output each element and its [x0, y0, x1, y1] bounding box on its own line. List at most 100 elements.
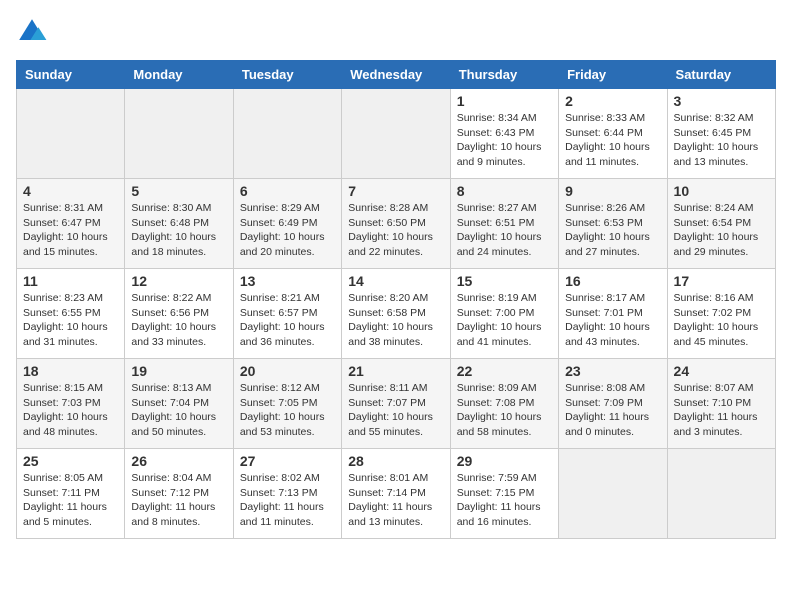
day-info: Sunrise: 8:30 AM Sunset: 6:48 PM Dayligh… [131, 201, 226, 260]
week-row-5: 25 Sunrise: 8:05 AM Sunset: 7:11 PM Dayli… [17, 449, 776, 539]
header-cell-tuesday: Tuesday [233, 61, 341, 89]
day-info: Sunrise: 8:19 AM Sunset: 7:00 PM Dayligh… [457, 291, 552, 350]
day-cell: 13 Sunrise: 8:21 AM Sunset: 6:57 PM Dayli… [233, 269, 341, 359]
day-cell: 18 Sunrise: 8:15 AM Sunset: 7:03 PM Dayli… [17, 359, 125, 449]
day-cell: 8 Sunrise: 8:27 AM Sunset: 6:51 PM Daylig… [450, 179, 558, 269]
day-info: Sunrise: 8:20 AM Sunset: 6:58 PM Dayligh… [348, 291, 443, 350]
day-number: 4 [23, 183, 118, 199]
day-info: Sunrise: 8:17 AM Sunset: 7:01 PM Dayligh… [565, 291, 660, 350]
logo [16, 16, 52, 48]
day-number: 16 [565, 273, 660, 289]
day-cell [559, 449, 667, 539]
day-number: 15 [457, 273, 552, 289]
day-cell: 28Sunrise: 8:01 AM Sunset: 7:14 PM Dayli… [342, 449, 450, 539]
day-info: Sunrise: 7:59 AM Sunset: 7:15 PM Dayligh… [457, 471, 552, 530]
day-number: 27 [240, 453, 335, 469]
day-info: Sunrise: 8:31 AM Sunset: 6:47 PM Dayligh… [23, 201, 118, 260]
day-number: 8 [457, 183, 552, 199]
day-cell: 2 Sunrise: 8:33 AM Sunset: 6:44 PM Daylig… [559, 89, 667, 179]
day-cell: 16 Sunrise: 8:17 AM Sunset: 7:01 PM Dayli… [559, 269, 667, 359]
day-cell [667, 449, 775, 539]
day-number: 23 [565, 363, 660, 379]
day-cell: 6Sunrise: 8:29 AM Sunset: 6:49 PM Daylig… [233, 179, 341, 269]
day-info: Sunrise: 8:21 AM Sunset: 6:57 PM Dayligh… [240, 291, 335, 350]
day-number: 9 [565, 183, 660, 199]
day-info: Sunrise: 8:15 AM Sunset: 7:03 PM Dayligh… [23, 381, 118, 440]
day-number: 5 [131, 183, 226, 199]
day-number: 13 [240, 273, 335, 289]
day-cell: 15 Sunrise: 8:19 AM Sunset: 7:00 PM Dayli… [450, 269, 558, 359]
day-number: 3 [674, 93, 769, 109]
header-cell-wednesday: Wednesday [342, 61, 450, 89]
header-cell-saturday: Saturday [667, 61, 775, 89]
week-row-4: 18 Sunrise: 8:15 AM Sunset: 7:03 PM Dayli… [17, 359, 776, 449]
day-cell: 14 Sunrise: 8:20 AM Sunset: 6:58 PM Dayli… [342, 269, 450, 359]
week-row-3: 11 Sunrise: 8:23 AM Sunset: 6:55 PM Dayli… [17, 269, 776, 359]
day-cell: 25 Sunrise: 8:05 AM Sunset: 7:11 PM Dayli… [17, 449, 125, 539]
header [16, 16, 776, 48]
day-number: 19 [131, 363, 226, 379]
day-cell: 5 Sunrise: 8:30 AM Sunset: 6:48 PM Daylig… [125, 179, 233, 269]
day-number: 1 [457, 93, 552, 109]
day-cell: 20 Sunrise: 8:12 AM Sunset: 7:05 PM Dayli… [233, 359, 341, 449]
day-cell: 23Sunrise: 8:08 AM Sunset: 7:09 PM Dayli… [559, 359, 667, 449]
day-info: Sunrise: 8:05 AM Sunset: 7:11 PM Dayligh… [23, 471, 118, 530]
week-row-1: 1 Sunrise: 8:34 AM Sunset: 6:43 PM Daylig… [17, 89, 776, 179]
week-row-2: 4 Sunrise: 8:31 AM Sunset: 6:47 PM Daylig… [17, 179, 776, 269]
day-info: Sunrise: 8:26 AM Sunset: 6:53 PM Dayligh… [565, 201, 660, 260]
header-cell-thursday: Thursday [450, 61, 558, 89]
day-cell: 26 Sunrise: 8:04 AM Sunset: 7:12 PM Dayli… [125, 449, 233, 539]
day-cell: 24 Sunrise: 8:07 AM Sunset: 7:10 PM Dayli… [667, 359, 775, 449]
calendar-body: 1 Sunrise: 8:34 AM Sunset: 6:43 PM Daylig… [17, 89, 776, 539]
day-cell: 3 Sunrise: 8:32 AM Sunset: 6:45 PM Daylig… [667, 89, 775, 179]
day-number: 2 [565, 93, 660, 109]
day-info: Sunrise: 8:24 AM Sunset: 6:54 PM Dayligh… [674, 201, 769, 260]
day-info: Sunrise: 8:23 AM Sunset: 6:55 PM Dayligh… [23, 291, 118, 350]
day-info: Sunrise: 8:07 AM Sunset: 7:10 PM Dayligh… [674, 381, 769, 440]
day-number: 21 [348, 363, 443, 379]
day-info: Sunrise: 8:32 AM Sunset: 6:45 PM Dayligh… [674, 111, 769, 170]
day-number: 11 [23, 273, 118, 289]
header-cell-sunday: Sunday [17, 61, 125, 89]
day-cell [17, 89, 125, 179]
header-row: SundayMondayTuesdayWednesdayThursdayFrid… [17, 61, 776, 89]
calendar-table: SundayMondayTuesdayWednesdayThursdayFrid… [16, 60, 776, 539]
day-info: Sunrise: 8:02 AM Sunset: 7:13 PM Dayligh… [240, 471, 335, 530]
day-cell: 7 Sunrise: 8:28 AM Sunset: 6:50 PM Daylig… [342, 179, 450, 269]
day-info: Sunrise: 8:33 AM Sunset: 6:44 PM Dayligh… [565, 111, 660, 170]
day-cell: 1 Sunrise: 8:34 AM Sunset: 6:43 PM Daylig… [450, 89, 558, 179]
day-number: 24 [674, 363, 769, 379]
day-info: Sunrise: 8:04 AM Sunset: 7:12 PM Dayligh… [131, 471, 226, 530]
day-cell: 4 Sunrise: 8:31 AM Sunset: 6:47 PM Daylig… [17, 179, 125, 269]
day-cell: 12Sunrise: 8:22 AM Sunset: 6:56 PM Dayli… [125, 269, 233, 359]
day-cell: 19 Sunrise: 8:13 AM Sunset: 7:04 PM Dayli… [125, 359, 233, 449]
day-info: Sunrise: 8:27 AM Sunset: 6:51 PM Dayligh… [457, 201, 552, 260]
day-number: 25 [23, 453, 118, 469]
day-cell: 10Sunrise: 8:24 AM Sunset: 6:54 PM Dayli… [667, 179, 775, 269]
day-cell: 17Sunrise: 8:16 AM Sunset: 7:02 PM Dayli… [667, 269, 775, 359]
day-number: 20 [240, 363, 335, 379]
day-info: Sunrise: 8:34 AM Sunset: 6:43 PM Dayligh… [457, 111, 552, 170]
day-info: Sunrise: 8:01 AM Sunset: 7:14 PM Dayligh… [348, 471, 443, 530]
day-cell: 29 Sunrise: 7:59 AM Sunset: 7:15 PM Dayli… [450, 449, 558, 539]
day-cell [233, 89, 341, 179]
day-info: Sunrise: 8:12 AM Sunset: 7:05 PM Dayligh… [240, 381, 335, 440]
day-info: Sunrise: 8:29 AM Sunset: 6:49 PM Dayligh… [240, 201, 335, 260]
day-number: 12 [131, 273, 226, 289]
day-cell: 27 Sunrise: 8:02 AM Sunset: 7:13 PM Dayli… [233, 449, 341, 539]
day-cell: 21 Sunrise: 8:11 AM Sunset: 7:07 PM Dayli… [342, 359, 450, 449]
day-number: 29 [457, 453, 552, 469]
day-info: Sunrise: 8:11 AM Sunset: 7:07 PM Dayligh… [348, 381, 443, 440]
day-info: Sunrise: 8:28 AM Sunset: 6:50 PM Dayligh… [348, 201, 443, 260]
day-cell: 9 Sunrise: 8:26 AM Sunset: 6:53 PM Daylig… [559, 179, 667, 269]
day-number: 7 [348, 183, 443, 199]
day-cell: 11 Sunrise: 8:23 AM Sunset: 6:55 PM Dayli… [17, 269, 125, 359]
day-info: Sunrise: 8:09 AM Sunset: 7:08 PM Dayligh… [457, 381, 552, 440]
day-number: 14 [348, 273, 443, 289]
day-number: 17 [674, 273, 769, 289]
header-cell-monday: Monday [125, 61, 233, 89]
day-info: Sunrise: 8:13 AM Sunset: 7:04 PM Dayligh… [131, 381, 226, 440]
day-number: 18 [23, 363, 118, 379]
day-cell: 22Sunrise: 8:09 AM Sunset: 7:08 PM Dayli… [450, 359, 558, 449]
day-number: 26 [131, 453, 226, 469]
